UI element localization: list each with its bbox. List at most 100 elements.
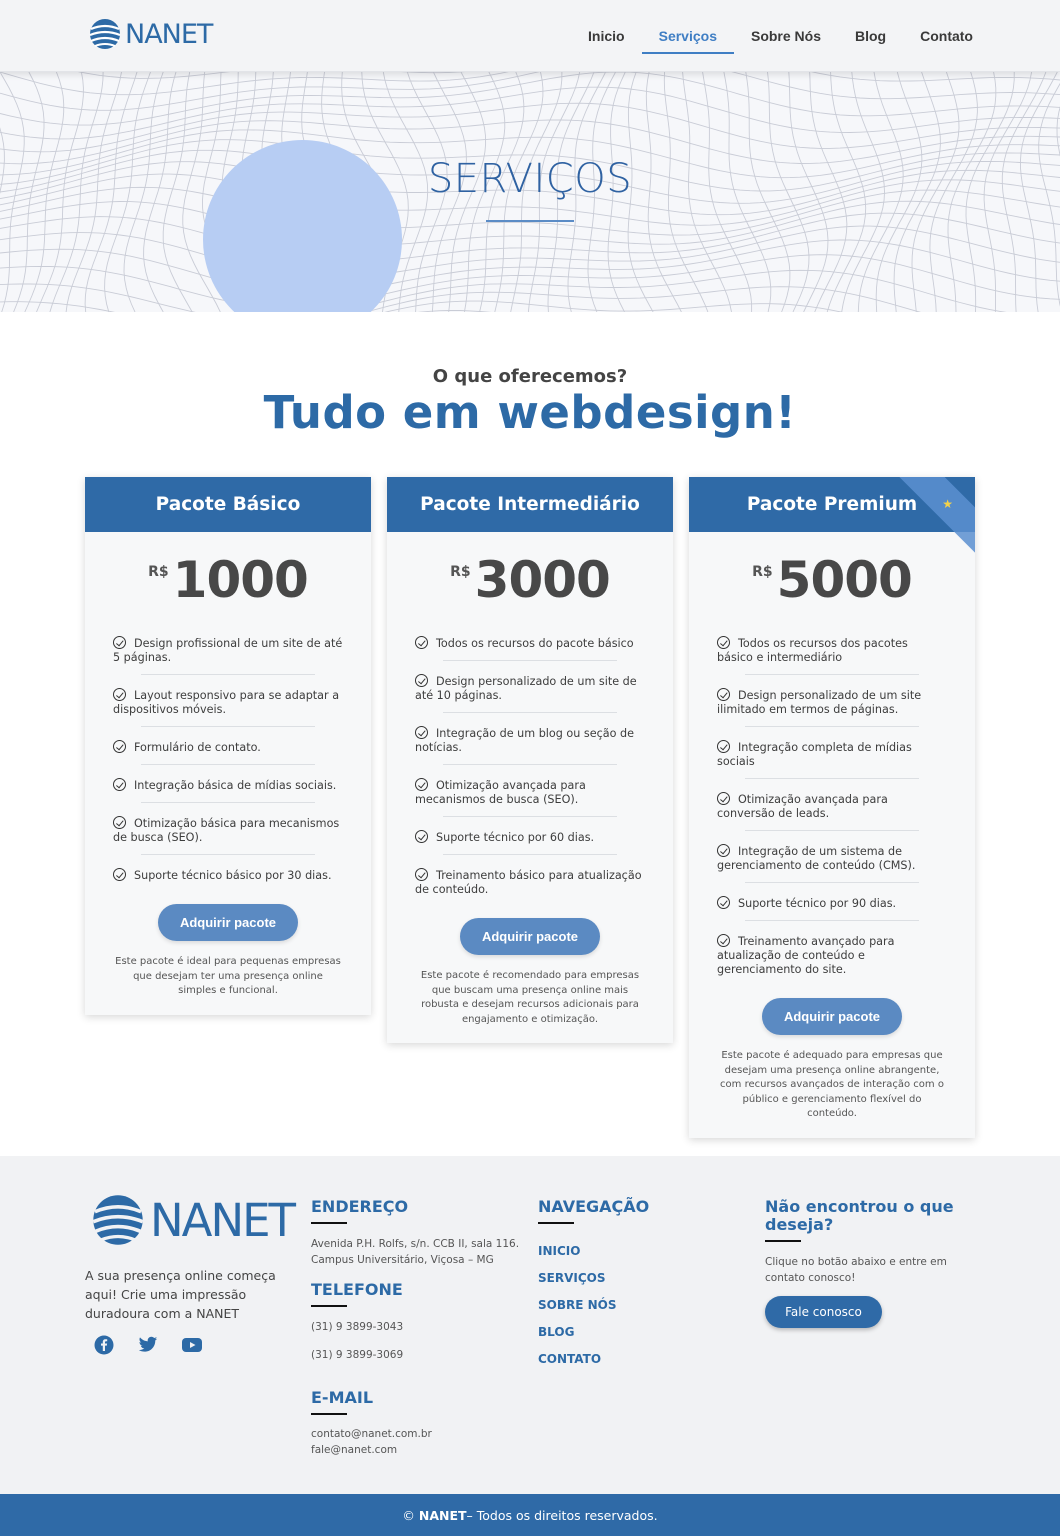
- check-circle-icon: [415, 868, 428, 881]
- cta-heading: Não encontrou o que deseja?: [765, 1197, 954, 1234]
- feature-item: Layout responsivo para se adaptar a disp…: [113, 686, 343, 727]
- nav-item-sobre-nos[interactable]: Sobre Nós: [750, 0, 822, 72]
- buy-package-button[interactable]: Adquirir pacote: [460, 918, 600, 955]
- address-heading: ENDEREÇO: [311, 1197, 409, 1216]
- star-icon: ★: [942, 497, 953, 511]
- feature-list: Todos os recursos dos pacotes básico e i…: [717, 634, 947, 987]
- footer-link-contato[interactable]: CONTATO: [538, 1346, 718, 1373]
- footer-logo[interactable]: NANET: [90, 1192, 296, 1248]
- footer-contact-column: ENDEREÇO Avenida P.H. Rolfs, s/n. CCB II…: [311, 1198, 526, 1458]
- package-price: R$ 3000: [387, 554, 673, 612]
- twitter-icon[interactable]: [138, 1335, 158, 1355]
- feature-item: Integração de um sistema de gerenciament…: [717, 842, 947, 883]
- price-amount: 5000: [776, 551, 913, 609]
- email-address[interactable]: contato@nanet.com.br: [311, 1427, 526, 1443]
- feature-item: Integração completa de mídias sociais: [717, 738, 947, 779]
- nav-item-inicio[interactable]: Inicio: [587, 0, 626, 72]
- youtube-icon[interactable]: [182, 1335, 202, 1355]
- feature-text: Todos os recursos dos pacotes básico e i…: [717, 637, 908, 664]
- feature-text: Design profissional de um site de até 5 …: [113, 637, 343, 664]
- feature-item: Otimização avançada para conversão de le…: [717, 790, 947, 831]
- feature-item: Treinamento avançado para atualização de…: [717, 932, 947, 987]
- nav-item-contato[interactable]: Contato: [919, 0, 974, 72]
- buy-package-button[interactable]: Adquirir pacote: [762, 998, 902, 1035]
- feature-list: Design profissional de um site de até 5 …: [113, 634, 343, 893]
- email-heading: E-MAIL: [311, 1388, 374, 1407]
- check-circle-icon: [113, 740, 126, 753]
- heading-underline: [311, 1305, 347, 1307]
- check-circle-icon: [717, 844, 730, 857]
- check-circle-icon: [113, 816, 126, 829]
- feature-text: Design personalizado de um site de até 1…: [415, 675, 637, 702]
- price-currency: R$: [148, 564, 169, 580]
- globe-logo-icon: [92, 1195, 144, 1245]
- phone-number[interactable]: (31) 9 3899-3043: [311, 1320, 526, 1336]
- heading-underline: [311, 1413, 347, 1415]
- check-circle-icon: [113, 636, 126, 649]
- nav-item-servicos[interactable]: Serviços: [641, 0, 735, 72]
- heading-underline: [311, 1222, 347, 1224]
- hero-title: SERVIÇOS: [427, 156, 633, 202]
- feature-text: Treinamento avançado para atualização de…: [717, 935, 895, 976]
- footer-cta-column: Não encontrou o que deseja? Clique no bo…: [765, 1198, 970, 1328]
- check-circle-icon: [113, 688, 126, 701]
- feature-text: Integração de um sistema de gerenciament…: [717, 845, 916, 872]
- feature-item: Design personalizado de um site de até 1…: [415, 672, 645, 713]
- cta-text: Clique no botão abaixo e entre em contat…: [765, 1256, 947, 1284]
- feature-item: Todos os recursos dos pacotes básico e i…: [717, 634, 947, 675]
- feature-item: Suporte técnico por 90 dias.: [717, 894, 947, 921]
- phone-number[interactable]: (31) 9 3899-3069: [311, 1348, 526, 1364]
- section-title: Tudo em webdesign!: [263, 386, 797, 439]
- site-footer: NANET A sua presença online começa aqui!…: [0, 1156, 1060, 1494]
- logo[interactable]: NANET: [88, 17, 213, 51]
- mesh-line: [0, 102, 1060, 153]
- check-circle-icon: [717, 896, 730, 909]
- price-amount: 1000: [172, 551, 309, 609]
- copyright-symbol: ©: [402, 1507, 415, 1523]
- facebook-icon[interactable]: [94, 1335, 114, 1355]
- check-circle-icon: [415, 778, 428, 791]
- package-name: Pacote Intermediário: [387, 477, 673, 532]
- globe-logo-icon: [89, 19, 121, 49]
- feature-text: Design personalizado de um site ilimitad…: [717, 689, 922, 716]
- nav-item-blog[interactable]: Blog: [854, 0, 887, 72]
- package-description: Este pacote é ideal para pequenas empres…: [115, 956, 341, 996]
- package-card-premium: Pacote Premium ★ R$ 5000 Todos os recurs…: [689, 477, 975, 1138]
- feature-text: Layout responsivo para se adaptar a disp…: [113, 689, 340, 716]
- mesh-line: [0, 225, 1060, 279]
- footer-link-servicos[interactable]: SERVIÇOS: [538, 1265, 718, 1292]
- feature-item: Otimização avançada para mecanismos de b…: [415, 776, 645, 817]
- footer-link-blog[interactable]: BLOG: [538, 1319, 718, 1346]
- check-circle-icon: [415, 726, 428, 739]
- heading-underline: [765, 1240, 801, 1242]
- feature-text: Integração de um blog ou seção de notíci…: [415, 727, 635, 754]
- feature-item: Suporte técnico por 60 dias.: [415, 828, 645, 855]
- email-address[interactable]: fale@nanet.com: [311, 1443, 526, 1459]
- contact-us-button[interactable]: Fale conosco: [765, 1296, 882, 1328]
- feature-item: Design profissional de um site de até 5 …: [113, 634, 343, 675]
- check-circle-icon: [113, 778, 126, 791]
- feature-text: Otimização avançada para conversão de le…: [717, 793, 888, 820]
- footer-navigation-column: NAVEGAÇÃO INICIO SERVIÇOS SOBRE NÓS BLOG…: [538, 1198, 718, 1373]
- feature-text: Formulário de contato.: [134, 741, 261, 754]
- address-line-1: Avenida P.H. Rolfs, s/n. CCB II, sala 11…: [311, 1238, 520, 1250]
- feature-text: Suporte técnico por 90 dias.: [738, 897, 897, 910]
- feature-item: Suporte técnico básico por 30 dias.: [113, 866, 343, 893]
- check-circle-icon: [717, 636, 730, 649]
- feature-item: Integração básica de mídias sociais.: [113, 776, 343, 803]
- buy-package-button[interactable]: Adquirir pacote: [158, 904, 298, 941]
- footer-link-sobre-nos[interactable]: SOBRE NÓS: [538, 1292, 718, 1319]
- footer-link-inicio[interactable]: INICIO: [538, 1238, 718, 1265]
- check-circle-icon: [717, 740, 730, 753]
- price-amount: 3000: [474, 551, 611, 609]
- mesh-line: [0, 200, 1060, 246]
- site-header: NANET Inicio Serviços Sobre Nós Blog Con…: [0, 0, 1060, 72]
- mesh-line: [77, 72, 466, 79]
- copyright-brand: NANET: [418, 1507, 467, 1523]
- footer-tagline: A sua presença online começa aqui! Crie …: [85, 1268, 276, 1321]
- feature-text: Otimização avançada para mecanismos de b…: [415, 779, 586, 806]
- feature-text: Todos os recursos do pacote básico: [436, 637, 634, 650]
- feature-text: Suporte técnico por 60 dias.: [436, 831, 595, 844]
- feature-item: Integração de um blog ou seção de notíci…: [415, 724, 645, 765]
- check-circle-icon: [717, 792, 730, 805]
